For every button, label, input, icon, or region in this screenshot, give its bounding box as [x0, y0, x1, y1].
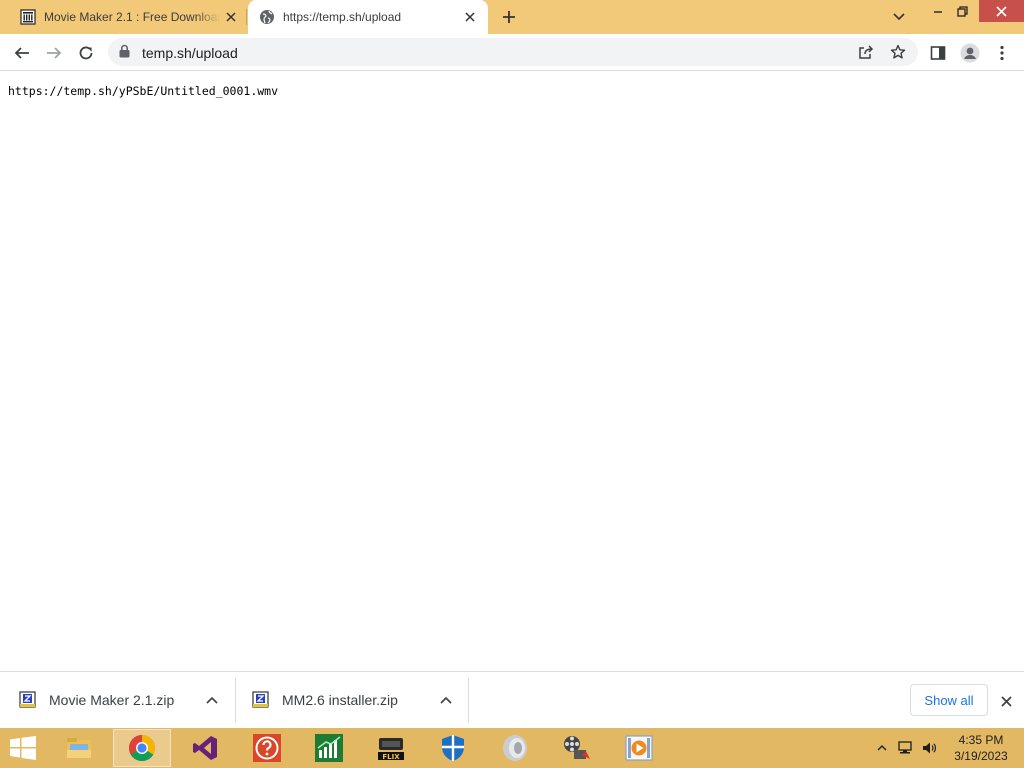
url-text: temp.sh/upload [142, 45, 238, 61]
video-player-icon [625, 735, 653, 761]
new-tab-button[interactable] [498, 6, 520, 28]
taskbar-file-explorer[interactable] [50, 729, 108, 767]
address-bar[interactable]: temp.sh/upload [108, 38, 918, 66]
flixx-icon: FLIX [378, 738, 404, 761]
forward-icon [47, 47, 62, 59]
taskbar-speaker-app[interactable] [486, 729, 544, 767]
show-all-button[interactable]: Show all [910, 684, 988, 716]
close-tab-icon[interactable] [462, 9, 478, 25]
chart-app-icon [315, 734, 343, 762]
show-hidden-icons-icon[interactable] [874, 740, 890, 756]
forward-button[interactable] [40, 39, 68, 67]
menu-icon [1000, 45, 1004, 61]
restore-button[interactable] [946, 0, 978, 22]
tab-search-chevron-icon[interactable] [888, 6, 910, 28]
tab-title: https://temp.sh/upload [283, 10, 402, 24]
close-shelf-icon[interactable] [996, 691, 1016, 711]
chrome-icon [128, 734, 156, 762]
movie-maker-icon [564, 736, 590, 759]
taskbar-chart-app[interactable] [300, 729, 358, 767]
side-panel-icon [930, 46, 946, 60]
taskbar-defender[interactable] [424, 729, 482, 767]
download-filename: MM2.6 installer.zip [282, 692, 398, 708]
lock-icon[interactable] [119, 44, 130, 63]
tab-title: Movie Maker 2.1 : Free Download [44, 10, 220, 24]
library-icon [20, 9, 36, 25]
share-icon[interactable] [854, 40, 878, 64]
back-icon [14, 47, 29, 59]
download-item[interactable]: Movie Maker 2.1.zip [19, 678, 236, 722]
reload-button[interactable] [72, 39, 100, 67]
close-window-button[interactable] [979, 0, 1024, 22]
download-item[interactable]: MM2.6 installer.zip [252, 678, 469, 722]
zip-file-icon [19, 691, 36, 708]
help-icon [253, 734, 281, 762]
system-clock[interactable]: 4:35 PM 3/19/2023 [944, 732, 1018, 764]
taskbar-video-player[interactable] [610, 729, 668, 767]
network-icon[interactable] [897, 740, 913, 756]
file-explorer-icon [67, 738, 91, 758]
visual-studio-icon [193, 736, 217, 760]
speaker-app-icon [503, 735, 527, 761]
windows-logo-icon [10, 736, 36, 760]
taskbar-visual-studio[interactable] [176, 729, 234, 767]
taskbar: FLIX 4:35 PM 3/19/2023 [0, 728, 1024, 768]
chevron-up-icon[interactable] [203, 691, 221, 709]
chevron-up-icon[interactable] [437, 691, 455, 709]
profile-button[interactable] [956, 39, 984, 67]
tab-separator [246, 9, 247, 25]
taskbar-flixx[interactable]: FLIX [362, 729, 420, 767]
close-tab-icon[interactable] [223, 9, 239, 25]
tab-strip: Movie Maker 2.1 : Free Download https://… [0, 0, 1024, 34]
tab-movie-maker[interactable]: Movie Maker 2.1 : Free Download [10, 0, 246, 34]
download-filename: Movie Maker 2.1.zip [49, 692, 175, 708]
start-button[interactable] [8, 736, 38, 760]
taskbar-movie-maker[interactable] [548, 729, 606, 767]
browser-toolbar: temp.sh/upload [0, 34, 1024, 71]
profile-icon [960, 43, 980, 63]
reload-icon [79, 46, 93, 60]
volume-icon[interactable] [921, 740, 937, 756]
menu-button[interactable] [988, 39, 1016, 67]
taskbar-help[interactable] [238, 729, 296, 767]
back-button[interactable] [8, 39, 36, 67]
globe-icon [259, 9, 275, 25]
taskbar-chrome[interactable] [113, 729, 171, 767]
side-panel-button[interactable] [924, 39, 952, 67]
page-content: https://temp.sh/yPSbE/Untitled_0001.wmv [0, 72, 1024, 671]
clock-time: 4:35 PM [958, 733, 1004, 747]
clock-date: 3/19/2023 [954, 749, 1008, 763]
zip-file-icon [252, 691, 269, 708]
svg-text:FLIX: FLIX [382, 753, 400, 761]
star-icon[interactable] [886, 40, 910, 64]
download-shelf: Movie Maker 2.1.zip MM2.6 installer.zip … [0, 671, 1024, 728]
tab-temp-upload[interactable]: https://temp.sh/upload [248, 0, 488, 34]
defender-icon [442, 735, 464, 761]
page-body-text: https://temp.sh/yPSbE/Untitled_0001.wmv [8, 84, 279, 98]
